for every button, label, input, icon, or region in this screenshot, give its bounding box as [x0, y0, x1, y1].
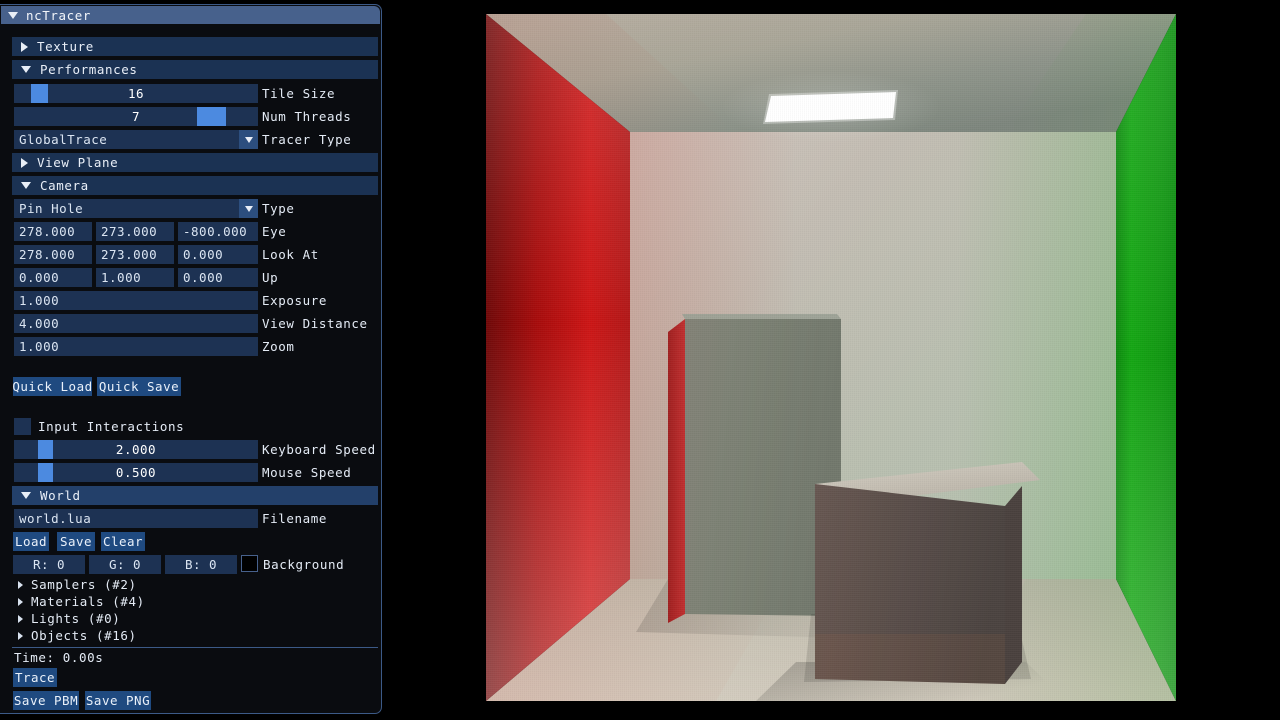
keyboard-speed-value: 2.000: [14, 440, 258, 459]
up-label: Up: [262, 268, 278, 287]
background-r-field[interactable]: R: 0: [13, 555, 85, 574]
camera-type-dropdown[interactable]: Pin Hole: [14, 199, 258, 218]
time-status: Time: 0.00s: [14, 650, 103, 665]
chevron-down-icon[interactable]: [239, 199, 258, 218]
num-threads-value: 7: [14, 107, 258, 126]
save-button[interactable]: Save: [57, 532, 95, 551]
mouse-speed-label: Mouse Speed: [262, 463, 351, 482]
background-g-field[interactable]: G: 0: [89, 555, 161, 574]
quick-load-button[interactable]: Quick Load: [13, 377, 92, 396]
eye-y-field[interactable]: 273.000: [96, 222, 174, 241]
tree-item-samplers[interactable]: Samplers (#2): [18, 576, 137, 593]
section-label-texture: Texture: [37, 39, 94, 54]
section-label-camera: Camera: [40, 178, 89, 193]
input-interactions-label: Input Interactions: [38, 417, 184, 436]
background-label: Background: [263, 555, 344, 574]
section-header-camera[interactable]: Camera: [12, 176, 378, 195]
triangle-right-icon[interactable]: [18, 615, 23, 623]
up-z-field[interactable]: 0.000: [178, 268, 258, 287]
status-divider: [12, 647, 378, 648]
background-b-field[interactable]: B: 0: [165, 555, 237, 574]
section-label-world: World: [40, 488, 81, 503]
save-png-button[interactable]: Save PNG: [85, 691, 151, 710]
save-pbm-button[interactable]: Save PBM: [13, 691, 79, 710]
mouse-speed-value: 0.500: [14, 463, 258, 482]
section-header-view-plane[interactable]: View Plane: [12, 153, 378, 172]
tree-label-objects: Objects (#16): [31, 628, 137, 643]
lookat-y-field[interactable]: 273.000: [96, 245, 174, 264]
num-threads-slider[interactable]: 7: [14, 107, 258, 126]
tree-label-samplers: Samplers (#2): [31, 577, 137, 592]
tracer-type-dropdown[interactable]: GlobalTrace: [14, 130, 258, 149]
triangle-right-icon[interactable]: [21, 158, 28, 168]
panel-body: Texture Performances 16 Tile Size 7 Num …: [0, 26, 382, 714]
triangle-down-icon[interactable]: [21, 182, 31, 189]
cornell-box-svg: [486, 14, 1176, 701]
render-viewport[interactable]: [486, 14, 1176, 701]
num-threads-label: Num Threads: [262, 107, 351, 126]
up-x-field[interactable]: 0.000: [14, 268, 92, 287]
panel-title: ncTracer: [26, 8, 91, 23]
triangle-right-icon[interactable]: [18, 598, 23, 606]
lookat-z-field[interactable]: 0.000: [178, 245, 258, 264]
camera-type-value: Pin Hole: [19, 201, 83, 216]
zoom-label: Zoom: [262, 337, 295, 356]
section-label-view-plane: View Plane: [37, 155, 118, 170]
eye-z-field[interactable]: -800.000: [178, 222, 258, 241]
tile-size-value: 16: [14, 84, 258, 103]
tree-label-materials: Materials (#4): [31, 594, 145, 609]
camera-type-label: Type: [262, 199, 295, 218]
clear-button[interactable]: Clear: [101, 532, 145, 551]
section-header-performances[interactable]: Performances: [12, 60, 378, 79]
panel-titlebar[interactable]: ncTracer: [1, 6, 380, 24]
view-distance-field[interactable]: 4.000: [14, 314, 258, 333]
triangle-down-icon[interactable]: [8, 12, 18, 19]
tracer-type-value: GlobalTrace: [19, 132, 107, 147]
keyboard-speed-label: Keyboard Speed: [262, 440, 376, 459]
mouse-speed-slider[interactable]: 0.500: [14, 463, 258, 482]
tree-item-lights[interactable]: Lights (#0): [18, 610, 120, 627]
filename-field[interactable]: world.lua: [14, 509, 258, 528]
lookat-label: Look At: [262, 245, 319, 264]
app-root: ncTracer Texture Performances 16 Tile Si…: [0, 0, 1280, 720]
trace-button[interactable]: Trace: [13, 668, 57, 687]
chevron-down-icon[interactable]: [239, 130, 258, 149]
exposure-label: Exposure: [262, 291, 327, 310]
load-button[interactable]: Load: [13, 532, 49, 551]
up-y-field[interactable]: 1.000: [96, 268, 174, 287]
quick-save-button[interactable]: Quick Save: [97, 377, 181, 396]
triangle-down-icon[interactable]: [21, 492, 31, 499]
tree-item-objects[interactable]: Objects (#16): [18, 627, 137, 644]
nctracer-panel: ncTracer Texture Performances 16 Tile Si…: [0, 4, 382, 714]
section-label-performances: Performances: [40, 62, 138, 77]
filename-label: Filename: [262, 509, 327, 528]
zoom-field[interactable]: 1.000: [14, 337, 258, 356]
exposure-field[interactable]: 1.000: [14, 291, 258, 310]
triangle-right-icon[interactable]: [18, 581, 23, 589]
input-interactions-checkbox[interactable]: [14, 418, 31, 435]
view-distance-label: View Distance: [262, 314, 368, 333]
lookat-x-field[interactable]: 278.000: [14, 245, 92, 264]
eye-label: Eye: [262, 222, 286, 241]
tile-size-label: Tile Size: [262, 84, 335, 103]
tracer-type-label: Tracer Type: [262, 130, 351, 149]
tile-size-slider[interactable]: 16: [14, 84, 258, 103]
section-header-world[interactable]: World: [12, 486, 378, 505]
background-color-swatch[interactable]: [241, 555, 258, 572]
keyboard-speed-slider[interactable]: 2.000: [14, 440, 258, 459]
triangle-right-icon[interactable]: [21, 42, 28, 52]
triangle-right-icon[interactable]: [18, 632, 23, 640]
tree-label-lights: Lights (#0): [31, 611, 120, 626]
tree-item-materials[interactable]: Materials (#4): [18, 593, 145, 610]
section-header-texture[interactable]: Texture: [12, 37, 378, 56]
triangle-down-icon[interactable]: [21, 66, 31, 73]
eye-x-field[interactable]: 278.000: [14, 222, 92, 241]
